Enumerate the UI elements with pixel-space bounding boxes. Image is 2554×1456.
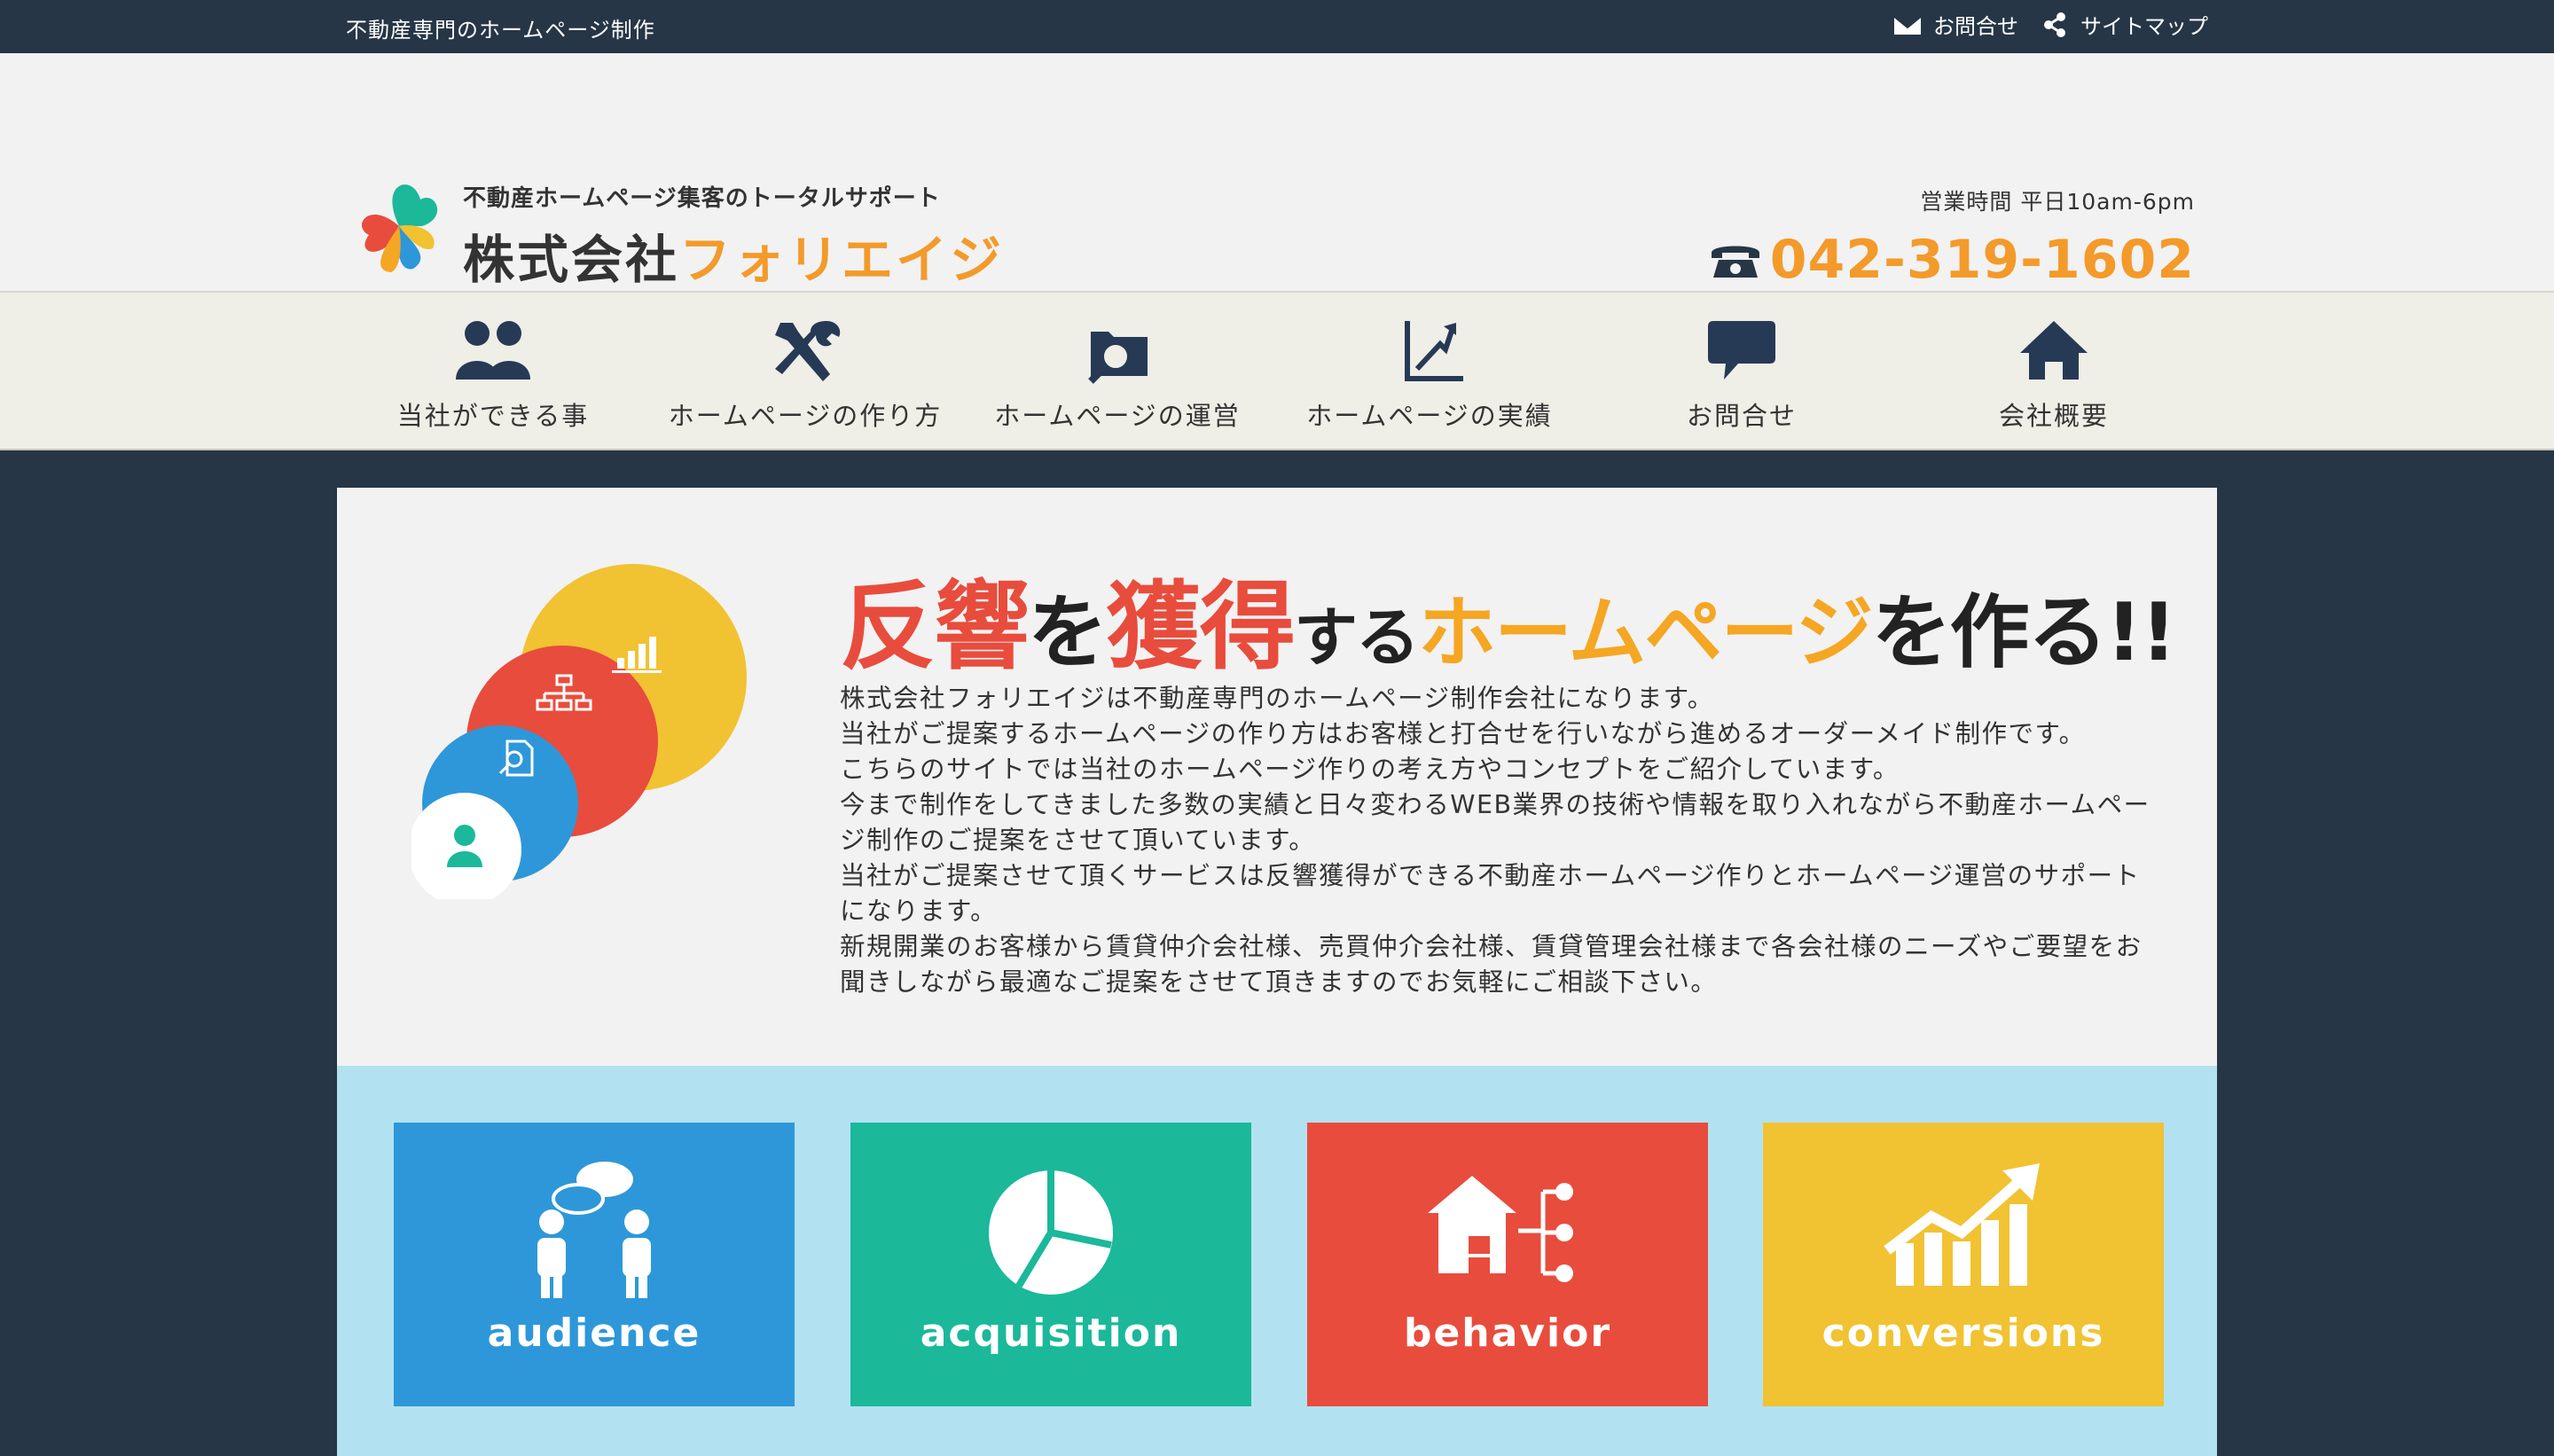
feature-card-behavior[interactable]: behavior [1307,1123,1708,1406]
company-name: 株式会社フォリエイジ [463,218,1004,293]
nav-item-contact[interactable]: お問合せ [1586,293,1898,449]
company-name-kana: フォリエイジ [679,230,1005,290]
feature-card-label: acquisition [920,1311,1182,1356]
nav-item-results[interactable]: ホームページの実績 [1273,293,1586,449]
header-contact: 営業時間 平日10am-6pm 042-319-1602 [1708,184,2195,291]
pie-chart-icon [989,1170,1113,1295]
feature-card-audience[interactable]: audience [394,1123,795,1406]
nav-item-how-to-make[interactable]: ホームページの作り方 [649,293,961,449]
speech-bubble-icon [1708,321,1775,380]
headline-part: 反響 [840,572,1030,683]
utility-links: お問合せ サイトマップ [1892,9,2208,40]
sitemap-link[interactable]: サイトマップ [2040,9,2208,40]
people-icon [456,321,530,380]
intro-section: 反響を獲得するホームページを作る!! 株式会社フォリエイジは不動産専門のホームペ… [337,488,2217,1066]
growth-chart-icon [1405,321,1463,381]
main-headline: 反響を獲得するホームページを作る!! [840,550,2177,688]
nav-item-services[interactable]: 当社ができる事 [337,293,649,449]
contact-link-label: お問合せ [1933,14,2018,39]
trend-chart-icon [1884,1163,2040,1286]
feature-card-label: behavior [1403,1311,1612,1356]
company-logo[interactable]: 不動産ホームページ集客のトータルサポート 株式会社フォリエイジ [351,173,1004,293]
intro-body: 株式会社フォリエイジは不動産専門のホームページ制作会社になります。 当社がご提案… [840,681,2152,1000]
intro-paragraph: こちらのサイトでは当社のホームページ作りの考え方やコンセプトをご紹介しています。 [840,755,1900,784]
home-icon [2020,321,2088,380]
company-name-kanji: 株式会社 [463,230,680,290]
envelope-icon [1892,14,1923,36]
nav-item-label: ホームページの作り方 [668,401,943,431]
intro-paragraph: 当社がご提案させて頂くサービスは反響獲得ができる不動産ホームページ作りとホームペ… [840,861,2141,926]
site-tagline: 不動産専門のホームページ制作 [346,18,655,43]
feature-card-label: audience [487,1311,701,1356]
feature-card-conversions[interactable]: conversions [1763,1123,2164,1406]
folder-search-icon [1088,332,1148,384]
features-section: audience acquisition behavior conversion… [337,1066,2217,1456]
intro-paragraph: 新規開業のお客様から賃貸仲介会社様、売買仲介会社様、賃貸管理会社様まで各会社様の… [840,932,2143,997]
circles-illustration [411,564,747,899]
business-hours: 営業時間 平日10am-6pm [1920,189,2195,215]
telephone-icon [1711,246,1759,278]
contact-link[interactable]: お問合せ [1892,9,2018,40]
nav-item-label: 当社ができる事 [396,401,590,431]
phone-number[interactable]: 042-319-1602 [1708,229,2195,291]
headline-part: ホームページ [1418,587,1874,678]
nav-item-company[interactable]: 会社概要 [1898,293,2210,449]
global-nav: 当社ができる事 ホームページの作り方 ホームページの運営 ホームページの実績 お… [0,291,2554,450]
nav-item-label: お問合せ [1686,401,1797,431]
nav-item-label: ホームページの運営 [994,401,1241,431]
nav-item-label: ホームページの実績 [1306,401,1553,431]
headline-part: する [1294,600,1420,675]
site-header: 不動産ホームページ集客のトータルサポート 株式会社フォリエイジ 営業時間 平日1… [0,53,2554,291]
headline-part: を作る!! [1871,586,2177,679]
tools-icon [775,321,841,381]
headline-part: を [1028,586,1108,679]
feature-card-acquisition[interactable]: acquisition [850,1123,1251,1406]
top-bar: 不動産専門のホームページ制作 お問合せ サイトマップ [0,0,2554,53]
share-icon [2044,12,2065,37]
phone-number-text: 042-319-1602 [1769,229,2195,291]
butterfly-logo-icon [362,184,438,272]
house-flow-icon [1428,1176,1573,1282]
logo-subtitle: 不動産ホームページ集客のトータルサポート [463,185,941,212]
feature-card-label: conversions [1821,1311,2105,1356]
main-content: 反響を獲得するホームページを作る!! 株式会社フォリエイジは不動産専門のホームペ… [337,488,2217,1456]
headline-part: 獲得 [1106,572,1296,683]
audience-icon [537,1162,651,1298]
nav-item-operation[interactable]: ホームページの運営 [961,293,1273,449]
sitemap-link-label: サイトマップ [2080,14,2208,39]
intro-paragraph: 当社がご提案するホームページの作り方はお客様と打合せを行いながら進めるオーダーメ… [840,719,2086,748]
intro-paragraph: 株式会社フォリエイジは不動産専門のホームページ制作会社になります。 [840,684,1714,713]
intro-paragraph: 今まで制作をしてきました多数の実績と日々変わるWEB業界の技術や情報を取り入れな… [840,790,2151,855]
nav-item-label: 会社概要 [1998,401,2109,431]
